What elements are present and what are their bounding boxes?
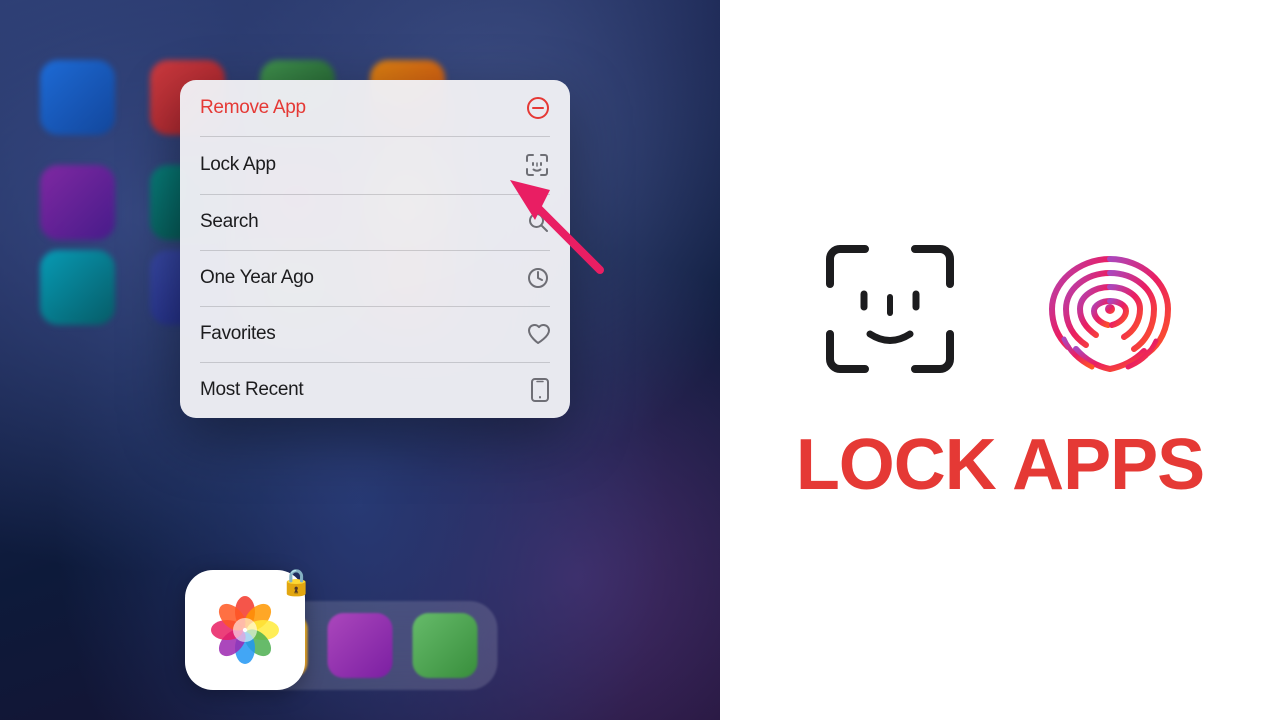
phone-mockup: Remove App Lock App: [0, 0, 720, 720]
lock-badge: 🔒: [280, 567, 312, 598]
menu-item-label-search: Search: [200, 211, 258, 233]
app-icon: [40, 60, 115, 135]
menu-item-label-favorites: Favorites: [200, 323, 275, 345]
heart-icon: [526, 322, 550, 346]
icons-row: [800, 219, 1200, 399]
face-id-large-icon: [800, 219, 980, 399]
app-icon: [40, 165, 115, 240]
arrow-annotation: [480, 170, 640, 270]
dock-icon: [328, 613, 393, 678]
menu-item-remove-app[interactable]: Remove App: [180, 80, 570, 136]
right-panel: LOCK APPS: [720, 0, 1280, 720]
phone-icon: [530, 378, 550, 402]
menu-item-most-recent[interactable]: Most Recent: [180, 362, 570, 418]
lock-apps-heading: LOCK APPS: [796, 429, 1204, 501]
app-icon: [40, 250, 115, 325]
menu-item-label-lock-app: Lock App: [200, 154, 276, 176]
minus-circle-icon: [526, 96, 550, 120]
menu-item-label-remove-app: Remove App: [200, 97, 306, 119]
dock-icon: [413, 613, 478, 678]
menu-item-label-most-recent: Most Recent: [200, 379, 303, 401]
fingerprint-large-icon: [1020, 219, 1200, 399]
menu-item-favorites[interactable]: Favorites: [180, 306, 570, 362]
menu-item-label-one-year-ago: One Year Ago: [200, 267, 314, 289]
